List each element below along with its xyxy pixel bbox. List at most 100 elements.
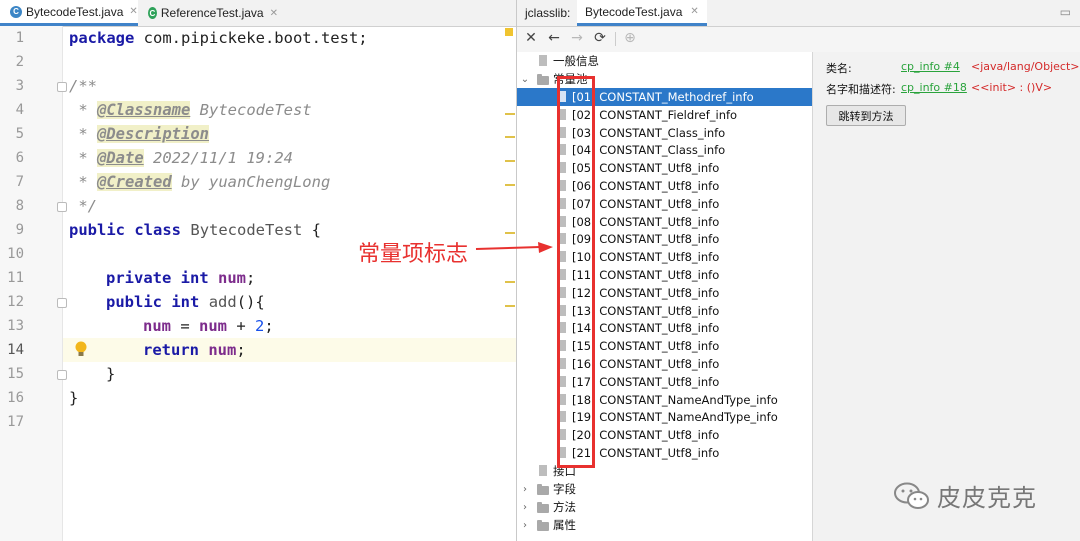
comment-text: BytecodeTest [190,101,312,119]
file-icon [539,465,547,476]
close-tab-icon[interactable]: ✕ [129,6,137,17]
jclasslib-tab-bar: jclasslib: BytecodeTest.java ✕ ▭ [517,0,1080,27]
tree-label: [02] CONSTANT_Fieldref_info [572,107,738,122]
line-number: 4 [15,102,24,118]
comment-text: by yuanChengLong [171,173,331,191]
folder-icon [537,520,549,531]
keyword: return [143,341,199,359]
code-text: { [302,221,322,239]
code-line-15: } [106,365,116,383]
name-descriptor-link[interactable]: cp_info #18 [901,81,967,94]
fold-icon[interactable] [57,298,67,308]
code-text: = [171,317,199,335]
scroll-marker[interactable] [505,281,515,283]
lightbulb-icon[interactable] [74,340,88,358]
field-name: num [199,317,227,335]
chevron-down-icon[interactable]: ⌄ [520,74,530,85]
window-menu-icon[interactable]: ▭ [1060,5,1071,19]
tab-label: BytecodeTest.java [585,4,683,19]
back-arrow-icon[interactable]: ← [545,29,563,47]
scroll-marker[interactable] [505,184,515,186]
close-icon[interactable]: ✕ [522,29,540,47]
fold-icon[interactable] [57,370,67,380]
tree-label: 属性 [553,518,576,532]
chevron-right-icon[interactable]: › [520,520,530,531]
current-line-highlight [63,338,516,362]
line-number: 3 [15,78,24,94]
tab-label: BytecodeTest.java [26,4,124,19]
tree-item-methods[interactable]: › 方法 [517,498,812,516]
line-number: 6 [15,150,24,166]
field-name: num [218,269,247,287]
code-line-8: */ [69,197,97,215]
tree-label: [18] CONSTANT_NameAndType_info [572,392,778,407]
file-icon [539,55,547,66]
code-line-4: * @Classname BytecodeTest [69,101,312,119]
watermark: 皮皮克克 [893,478,1037,513]
keyword: int [171,293,200,311]
chevron-right-icon[interactable]: › [520,484,530,495]
scroll-marker[interactable] [505,160,515,162]
refresh-icon[interactable]: ⟳ [591,29,609,47]
line-number-gutter: 1 2 3 4 5 6 7 8 9 10 11 12 13 14 15 16 1… [0,26,67,541]
browser-icon[interactable]: ⊕ [621,29,639,47]
tree-item-general[interactable]: 一般信息 [517,52,812,70]
number-literal: 2 [255,317,265,335]
scroll-marker[interactable] [505,113,515,115]
code-line-7: * @Created by yuanChengLong [69,173,330,191]
tree-item-attributes[interactable]: › 属性 [517,516,812,534]
close-tab-icon[interactable]: ✕ [690,6,698,17]
comment-text: * [69,173,97,191]
keyword: int [180,269,209,287]
close-tab-icon[interactable]: ✕ [270,8,278,19]
tree-label: 一般信息 [553,54,599,68]
tab-jclasslib-bytecodetest[interactable]: BytecodeTest.java ✕ [577,0,707,26]
line-number: 13 [7,318,24,334]
detail-pane: 类名: cp_info #4 <java/lang/Object> 名字和描述符… [813,52,1080,541]
fold-icon[interactable] [57,202,67,212]
inspection-status-icon[interactable] [505,28,513,36]
class-c-icon: C [10,5,22,18]
code-text: ; [236,341,246,359]
line-number: 9 [15,222,24,238]
folder-icon [537,484,549,495]
line-number: 16 [7,390,24,406]
code-text: ; [264,317,274,335]
tree-item-fields[interactable]: › 字段 [517,480,812,498]
scroll-marker[interactable] [505,232,515,234]
code-line-6: * @Date 2022/11/1 19:24 [69,149,293,167]
field-name: num [143,317,171,335]
name-descriptor-value: <<init> : ()V> [971,81,1053,94]
code-text: + [227,317,255,335]
javadoc-tag: @Created [97,173,172,191]
keyword: public [106,293,162,311]
tab-bytecodetest[interactable]: C BytecodeTest.java ✕ [0,0,138,26]
fold-icon[interactable] [57,82,67,92]
class-name-link[interactable]: cp_info #4 [901,60,960,73]
chevron-right-icon[interactable]: › [520,502,530,513]
method-name: add [208,293,237,311]
field-name: num [208,341,237,359]
scroll-marker[interactable] [505,136,515,138]
forward-arrow-icon[interactable]: → [568,29,586,47]
tree-label: [19] CONSTANT_NameAndType_info [572,410,778,425]
code-line-13: num = num + 2; [143,317,274,335]
class-name-label: 类名: [826,62,852,75]
jclasslib-toolbar: ✕ ← → ⟳ ⊕ [517,27,1080,51]
line-number: 14 [7,342,24,358]
tab-label: ReferenceTest.java [160,6,264,20]
code-line-12: public int add(){ [106,293,265,311]
folder-icon [537,74,549,85]
watermark-text: 皮皮克克 [937,484,1037,512]
scroll-marker[interactable] [505,305,515,307]
folder-icon [537,502,549,513]
tab-referencetest[interactable]: C ReferenceTest.java ✕ [138,0,278,26]
keyword: public [69,221,125,239]
javadoc-tag: @Description [97,125,209,143]
line-number: 15 [7,366,24,382]
keyword: class [134,221,182,239]
jclasslib-panel: jclasslib: BytecodeTest.java ✕ ▭ ✕ ← → ⟳… [516,0,1080,541]
goto-method-button[interactable]: 跳转到方法 [826,105,906,126]
line-number: 1 [15,30,24,46]
code-line-3: /** [69,77,97,95]
